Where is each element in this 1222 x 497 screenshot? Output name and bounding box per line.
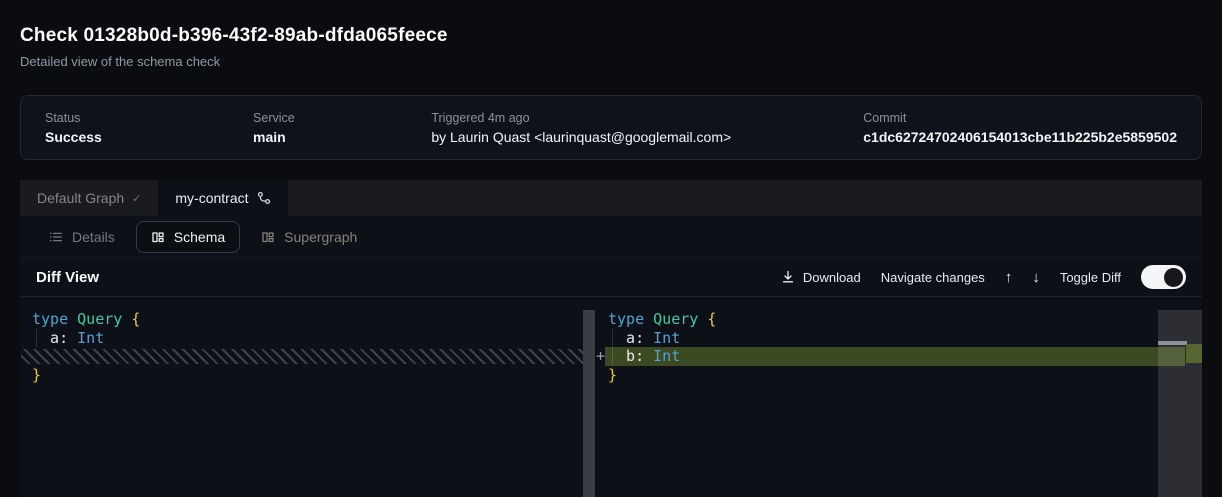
list-icon [49, 230, 63, 244]
compare-icon [257, 191, 271, 205]
download-label: Download [803, 270, 861, 285]
tab-details[interactable]: Details [34, 221, 130, 253]
view-tab-bar: Details Schema Supergraph [20, 216, 1202, 258]
page-header: Check 01328b0d-b396-43f2-89ab-dfda065fee… [0, 0, 1222, 70]
diff-placeholder-row [21, 349, 583, 364]
graph-tab-bar: Default Graph ✓ my-contract [20, 180, 1202, 216]
toggle-diff-knob [1164, 268, 1183, 287]
summary-field-value: main [253, 129, 431, 145]
code-token: Int [77, 329, 104, 347]
toggle-diff-switch[interactable] [1141, 265, 1186, 289]
code-token: Query [77, 310, 131, 328]
added-line-marker: + [596, 347, 605, 366]
navigate-changes-button[interactable]: Navigate changes [881, 270, 985, 285]
download-icon [781, 270, 795, 284]
panels-icon [261, 230, 275, 244]
diff-toolbar-actions: Download Navigate changes ↑ ↓ Toggle Dif… [781, 265, 1186, 289]
graph-tab-default-graph[interactable]: Default Graph ✓ [20, 180, 158, 216]
code-token: Query [653, 310, 707, 328]
tab-schema[interactable]: Schema [136, 221, 240, 253]
summary-field-value: c1dc62724702406154013cbe11b225b2e5859502 [863, 129, 1177, 145]
code-line: a: Int [32, 329, 595, 348]
schema-check-page: Check 01328b0d-b396-43f2-89ab-dfda065fee… [0, 0, 1222, 497]
summary-field-label: Commit [863, 111, 1177, 125]
graph-tab-label: Default Graph [37, 190, 124, 206]
diff-view-title: Diff View [36, 269, 99, 286]
navigate-changes-label: Navigate changes [881, 270, 985, 285]
code-token: } [32, 366, 41, 384]
code-token: } [608, 366, 617, 384]
summary-field: Commit c1dc62724702406154013cbe11b225b2e5… [863, 111, 1177, 145]
check-icon: ✓ [132, 192, 141, 205]
before-code: type Query { a: Int} [20, 297, 595, 384]
check-summary-card: Status SuccessService mainTriggered 4m ago… [20, 95, 1202, 160]
code-token: b: [608, 347, 653, 365]
toggle-diff-label: Toggle Diff [1060, 270, 1121, 285]
indent-guide [36, 329, 37, 347]
view-tab-label: Details [72, 229, 115, 245]
view-tab-label: Schema [174, 229, 225, 245]
panels-icon [151, 230, 165, 244]
view-tab-label: Supergraph [284, 229, 357, 245]
summary-field: Triggered 4m ago by Laurin Quast <laurinq… [431, 111, 863, 145]
code-line: } [608, 366, 1202, 385]
summary-field: Service main [253, 111, 431, 145]
code-token: { [131, 310, 140, 328]
next-change-button[interactable]: ↓ [1032, 269, 1040, 286]
diff-pane-before: type Query { a: Int} [20, 297, 595, 497]
tab-supergraph[interactable]: Supergraph [246, 221, 372, 253]
indent-guide [612, 329, 613, 366]
summary-field-label: Status [45, 111, 253, 125]
left-pane-scrollbar[interactable] [583, 310, 595, 497]
code-token: { [707, 310, 716, 328]
summary-field-value: by Laurin Quast <laurinquast@googlemail.… [431, 129, 863, 145]
after-code: type Query { a: Int b: Int} [595, 297, 1202, 384]
summary-field-label: Service [253, 111, 431, 125]
code-token: type [32, 310, 77, 328]
download-button[interactable]: Download [781, 270, 861, 285]
code-token: type [608, 310, 653, 328]
overview-ruler-added-mark [1186, 344, 1202, 363]
arrow-down-icon: ↓ [1032, 269, 1040, 286]
summary-field-value: Success [45, 129, 253, 145]
minimap-slider [1158, 341, 1187, 345]
schema-diff-editor: type Query { a: Int} + type Query { a: I… [20, 297, 1202, 497]
graph-tab-label: my-contract [175, 190, 248, 206]
code-line: } [32, 366, 595, 385]
graph-tab-my-contract[interactable]: my-contract [158, 180, 287, 216]
code-token: a: [32, 329, 77, 347]
code-token: Int [653, 347, 680, 365]
arrow-up-icon: ↑ [1005, 269, 1013, 286]
diff-toolbar: Diff View Download Navigate changes ↑ ↓ … [20, 258, 1202, 297]
code-line: type Query { [608, 310, 1202, 329]
diff-pane-after: + type Query { a: Int b: Int} [595, 297, 1202, 497]
summary-field: Status Success [45, 111, 253, 145]
code-token: Int [653, 329, 680, 347]
code-line: a: Int [608, 329, 1202, 348]
page-title: Check 01328b0d-b396-43f2-89ab-dfda065fee… [20, 24, 1202, 48]
summary-field-label: Triggered 4m ago [431, 111, 863, 125]
code-line: type Query { [32, 310, 595, 329]
minimap[interactable] [1158, 310, 1202, 497]
previous-change-button[interactable]: ↑ [1005, 269, 1013, 286]
page-subtitle: Detailed view of the schema check [20, 53, 1202, 70]
code-token: a: [608, 329, 653, 347]
added-code-line: b: Int [605, 347, 1185, 366]
